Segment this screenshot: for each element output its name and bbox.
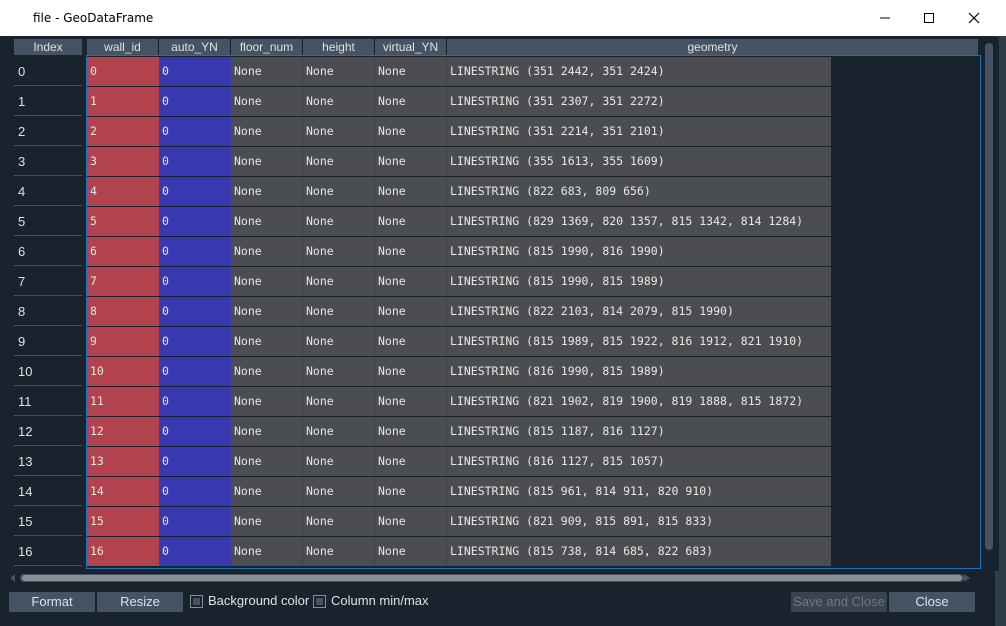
index-header[interactable]: Index (14, 39, 82, 55)
close-button[interactable]: Close (889, 592, 975, 612)
background-color-checkbox[interactable] (190, 595, 203, 608)
dataframe-table[interactable]: Index wall_id auto_YN floor_num height v… (8, 37, 999, 571)
index-cell[interactable]: 16 (14, 537, 82, 566)
index-cell[interactable]: 6 (14, 237, 82, 266)
column-minmax-checkbox[interactable] (313, 595, 326, 608)
index-cell[interactable]: 9 (14, 327, 82, 356)
window-title: file - GeoDataFrame (33, 11, 154, 25)
column-header-geometry[interactable]: geometry (447, 39, 978, 55)
selection-frame (86, 55, 981, 569)
index-cell[interactable]: 7 (14, 267, 82, 296)
close-icon (968, 12, 980, 24)
minimize-icon (880, 17, 890, 19)
horizontal-scroll-handle[interactable] (22, 575, 962, 581)
index-cell[interactable]: 1 (14, 87, 82, 116)
index-cell[interactable]: 4 (14, 177, 82, 206)
close-window-button[interactable] (951, 0, 997, 36)
column-header-floor-num[interactable]: floor_num (231, 39, 302, 55)
index-cell[interactable]: 8 (14, 297, 82, 326)
save-and-close-button[interactable]: Save and Close (791, 592, 887, 612)
table-header: Index wall_id auto_YN floor_num height v… (8, 37, 978, 55)
scroll-left-icon[interactable] (10, 574, 16, 582)
index-cell[interactable]: 2 (14, 117, 82, 146)
column-header-virtual-yn[interactable]: virtual_YN (375, 39, 446, 55)
background-color-label: Background color (208, 593, 310, 608)
index-cell[interactable]: 11 (14, 387, 82, 416)
geodataframe-window: file - GeoDataFrame Index wall_id auto_Y… (0, 0, 1006, 626)
vertical-scroll-handle[interactable] (985, 43, 993, 550)
app-icon (9, 11, 23, 25)
resize-button[interactable]: Resize (97, 592, 183, 612)
index-cell[interactable]: 5 (14, 207, 82, 236)
column-header-height[interactable]: height (303, 39, 374, 55)
index-cell[interactable]: 14 (14, 477, 82, 506)
index-cell[interactable]: 10 (14, 357, 82, 386)
column-header-wall-id[interactable]: wall_id (87, 39, 158, 55)
minimize-button[interactable] (862, 0, 908, 36)
index-cell[interactable]: 0 (14, 57, 82, 86)
scroll-right-icon[interactable] (964, 574, 970, 582)
column-minmax-label: Column min/max (331, 593, 429, 608)
maximize-button[interactable] (906, 0, 952, 36)
maximize-icon (924, 13, 934, 23)
index-cell[interactable]: 12 (14, 417, 82, 446)
index-cell[interactable]: 3 (14, 147, 82, 176)
vertical-scrollbar[interactable] (983, 40, 995, 555)
horizontal-scrollbar[interactable] (8, 571, 971, 584)
format-button[interactable]: Format (9, 592, 95, 612)
column-header-auto-yn[interactable]: auto_YN (159, 39, 230, 55)
index-cell[interactable]: 13 (14, 447, 82, 476)
index-cell[interactable]: 15 (14, 507, 82, 536)
title-bar[interactable]: file - GeoDataFrame (0, 0, 1006, 36)
